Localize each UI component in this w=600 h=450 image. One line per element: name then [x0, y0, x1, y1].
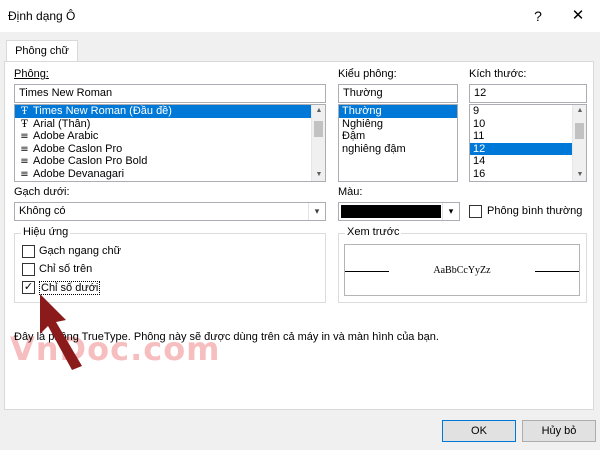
size-list[interactable]: 9 10 11 12 14 16 ▲ ▼ — [469, 104, 587, 182]
title-bar: Định dạng Ô ? ✕ — [0, 0, 600, 32]
underline-select[interactable]: Không có ▾ — [14, 202, 326, 221]
strikethrough-label: Gạch ngang chữ — [39, 245, 121, 257]
list-item[interactable]: Ŧ Times New Roman (Đầu đề) — [15, 105, 325, 118]
list-item-label: Adobe Caslon Pro Bold — [33, 155, 148, 168]
style-list[interactable]: Thường Nghiêng Đậm nghiêng đậm — [338, 104, 458, 182]
truetype-font-icon: Ŧ — [21, 106, 28, 117]
scroll-down-icon[interactable]: ▼ — [573, 169, 586, 181]
normal-font-checkbox[interactable] — [469, 205, 482, 218]
list-item-label: Thường — [342, 105, 382, 117]
list-item[interactable]: 10 — [470, 118, 586, 131]
list-item[interactable]: 12 — [470, 142, 586, 156]
preview-box: AaBbCcYyZz — [344, 244, 580, 296]
list-item-label: 16 — [473, 167, 486, 180]
scroll-down-icon[interactable]: ▼ — [312, 169, 325, 181]
font-list[interactable]: Ŧ Times New Roman (Đầu đề) Ŧ Arial (Thân) ≡ A… — [14, 104, 326, 182]
underline-label: Gạch dưới: — [14, 186, 70, 198]
underline-value: Không có — [19, 205, 66, 217]
effects-title: Hiệu ứng — [21, 226, 71, 238]
list-item-label: Times New Roman (Đầu đề) — [33, 105, 172, 117]
list-item-label: 9 — [473, 105, 480, 117]
close-button[interactable]: ✕ — [566, 6, 590, 26]
opentype-font-icon: ≡ — [20, 168, 29, 180]
list-item[interactable]: 11 — [470, 130, 586, 143]
color-picker[interactable]: ▾ — [338, 202, 460, 221]
list-item[interactable]: 9 — [470, 105, 586, 118]
font-input[interactable]: Times New Roman — [14, 84, 326, 103]
list-item[interactable]: ≡ Adobe Arabic — [15, 130, 325, 143]
color-swatch — [341, 205, 441, 218]
cancel-button[interactable]: Hủy bỏ — [522, 420, 596, 442]
list-item[interactable]: Đậm — [339, 130, 457, 143]
list-item-label: 10 — [473, 117, 486, 130]
preview-baseline-right — [535, 271, 579, 272]
scroll-up-icon[interactable]: ▲ — [573, 105, 586, 117]
preview-title: Xem trước — [345, 226, 402, 238]
format-cells-dialog: Định dạng Ô ? ✕ Phông chữ Phông: Times N… — [0, 0, 600, 450]
color-label: Màu: — [338, 186, 363, 198]
list-item[interactable]: ≡ Adobe Devanagari — [15, 168, 325, 181]
list-item-label: 14 — [473, 155, 486, 168]
list-item[interactable]: 16 — [470, 168, 586, 181]
font-label: Phông: — [14, 68, 49, 80]
list-item[interactable]: ≡ Adobe Caslon Pro Bold — [15, 155, 325, 168]
list-item-label: Adobe Arabic — [33, 130, 99, 143]
superscript-checkbox[interactable] — [22, 263, 35, 276]
style-input[interactable]: Thường — [338, 84, 458, 103]
list-item[interactable]: Ŧ Arial (Thân) — [15, 118, 325, 131]
size-label: Kích thước: — [469, 68, 527, 80]
scroll-up-icon[interactable]: ▲ — [312, 105, 325, 117]
list-item[interactable]: 14 — [470, 155, 586, 168]
list-item-label: Nghiêng — [342, 117, 383, 130]
tab-font[interactable]: Phông chữ — [6, 40, 78, 62]
scroll-thumb[interactable] — [314, 121, 323, 137]
list-item-label: Adobe Caslon Pro — [33, 142, 123, 155]
list-item[interactable]: Thường — [339, 105, 457, 118]
font-label-text: Phông: — [14, 68, 49, 80]
size-list-scrollbar[interactable]: ▲ ▼ — [572, 105, 586, 181]
size-input[interactable]: 12 — [469, 84, 587, 103]
style-label: Kiểu phông: — [338, 68, 397, 80]
list-item[interactable]: nghiêng đậm — [339, 143, 457, 156]
ok-button[interactable]: OK — [442, 420, 516, 442]
list-item-label: Đậm — [342, 130, 366, 143]
dialog-title: Định dạng Ô — [8, 9, 76, 23]
list-item[interactable]: Nghiêng — [339, 118, 457, 131]
superscript-label: Chỉ số trên — [39, 263, 93, 275]
list-item[interactable]: ≡ Adobe Caslon Pro — [15, 143, 325, 156]
list-item-label: 11 — [473, 130, 485, 143]
chevron-down-icon[interactable]: ▾ — [308, 203, 325, 220]
normal-font-label: Phông bình thường — [487, 205, 583, 217]
subscript-checkbox[interactable]: ✓ — [22, 281, 35, 294]
chevron-down-icon[interactable]: ▾ — [442, 203, 459, 220]
help-button[interactable]: ? — [526, 6, 550, 26]
strikethrough-checkbox[interactable] — [22, 245, 35, 258]
list-item-label: Arial (Thân) — [33, 117, 91, 130]
pointer-arrow-icon — [40, 294, 82, 370]
list-item-label: Adobe Devanagari — [33, 167, 125, 180]
list-item-label: 12 — [473, 142, 486, 155]
font-list-scrollbar[interactable]: ▲ ▼ — [311, 105, 325, 181]
scroll-thumb[interactable] — [575, 123, 584, 139]
list-item-label: nghiêng đậm — [342, 142, 406, 155]
opentype-font-icon: ≡ — [20, 131, 29, 143]
